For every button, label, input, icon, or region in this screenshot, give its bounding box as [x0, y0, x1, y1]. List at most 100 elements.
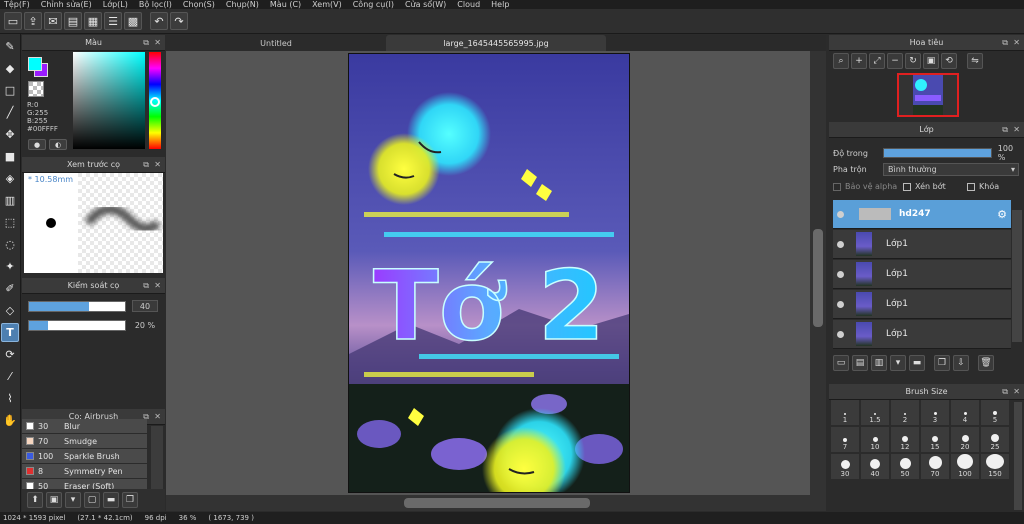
- operation-tool-icon[interactable]: ⟳: [1, 345, 19, 364]
- delete-layer-icon[interactable]: 🗑: [978, 355, 994, 371]
- rotate-icon[interactable]: ↻: [905, 53, 921, 69]
- brush-opacity-slider[interactable]: [28, 320, 126, 331]
- zoom-out-icon[interactable]: −: [887, 53, 903, 69]
- brush-size-slider[interactable]: [28, 301, 126, 312]
- brush-list-item[interactable]: 50 Eraser (Soft): [22, 479, 147, 489]
- brush-size-cell[interactable]: 30: [831, 454, 859, 479]
- lasso-tool-icon[interactable]: ◌: [1, 235, 19, 254]
- eraser-tool-icon[interactable]: ◆: [1, 59, 19, 78]
- new-layer-icon[interactable]: ▭: [833, 355, 849, 371]
- fit-screen-icon[interactable]: ⤢: [869, 53, 885, 69]
- float-icon[interactable]: ⧉: [1002, 38, 1008, 48]
- brush-settings-icon[interactable]: ▾: [65, 492, 81, 508]
- brush-size-cell[interactable]: 150: [981, 454, 1009, 479]
- brush-duplicate-icon[interactable]: ❐: [122, 492, 138, 508]
- brush-folder-icon[interactable]: ▬: [103, 492, 119, 508]
- select-pen-icon[interactable]: ✐: [1, 279, 19, 298]
- brush-list-item[interactable]: 100 Sparkle Brush: [22, 449, 147, 464]
- color-add-button[interactable]: ●: [28, 139, 46, 150]
- visibility-icon[interactable]: [837, 240, 844, 248]
- color-swap-button[interactable]: ◐: [49, 139, 67, 150]
- brush-size-cell[interactable]: 25: [981, 427, 1009, 452]
- actual-size-icon[interactable]: ▣: [923, 53, 939, 69]
- saturation-value-picker[interactable]: [73, 52, 145, 149]
- grid-icon[interactable]: ▩: [124, 12, 142, 30]
- visibility-icon[interactable]: [837, 210, 844, 218]
- close-icon[interactable]: ✕: [154, 281, 161, 290]
- float-icon[interactable]: ⧉: [1002, 125, 1008, 135]
- brush-size-cell[interactable]: 5: [981, 400, 1009, 425]
- brush-list-item[interactable]: 70 Smudge: [22, 434, 147, 449]
- brush-size-cell[interactable]: 1: [831, 400, 859, 425]
- share-icon[interactable]: ⇪: [24, 12, 42, 30]
- brush-size-cell[interactable]: 2: [891, 400, 919, 425]
- brush-size-cell[interactable]: 20: [951, 427, 979, 452]
- clipping-checkbox[interactable]: [903, 182, 911, 191]
- menu-item[interactable]: Help: [487, 0, 516, 9]
- tab-untitled[interactable]: Untitled: [166, 35, 386, 51]
- transparent-color-swatch[interactable]: [28, 81, 44, 97]
- float-icon[interactable]: ⧉: [1002, 387, 1008, 397]
- layer-list-scrollbar[interactable]: [1012, 210, 1022, 342]
- close-icon[interactable]: ✕: [154, 160, 161, 169]
- move-tool-icon[interactable]: ✥: [1, 125, 19, 144]
- canvas-horizontal-scrollbar[interactable]: [166, 495, 826, 511]
- hand-tool-icon[interactable]: ✋: [1, 411, 19, 430]
- zoom-in-icon[interactable]: +: [851, 53, 867, 69]
- document-icon[interactable]: ▦: [84, 12, 102, 30]
- brush-size-cell[interactable]: 40: [861, 454, 889, 479]
- brush-share-icon[interactable]: ⬆: [27, 492, 43, 508]
- layer-row[interactable]: Lớp1: [833, 320, 1011, 349]
- rect-tool-icon[interactable]: □: [1, 81, 19, 100]
- artwork-image[interactable]: Tớ 2: [348, 53, 630, 511]
- brush-size-cell[interactable]: 1.5: [861, 400, 889, 425]
- canvas-area[interactable]: Tớ 2: [166, 51, 826, 511]
- gradient-tool-icon[interactable]: ▥: [1, 191, 19, 210]
- float-icon[interactable]: ⧉: [143, 281, 149, 291]
- gear-icon[interactable]: ⚙: [997, 208, 1007, 221]
- close-icon[interactable]: ✕: [1013, 125, 1020, 134]
- brush-list-scrollbar[interactable]: [151, 426, 163, 492]
- new-layer-1bit-icon[interactable]: ▥: [871, 355, 887, 371]
- tab-image[interactable]: large_1645445565995.jpg: [386, 35, 606, 51]
- magic-wand-icon[interactable]: ✦: [1, 257, 19, 276]
- navigator-thumbnail[interactable]: [897, 73, 959, 117]
- float-icon[interactable]: ⧉: [143, 160, 149, 170]
- redo-icon[interactable]: ↷: [170, 12, 188, 30]
- layer-opacity-slider[interactable]: [882, 148, 992, 158]
- brush-list-item[interactable]: 8 Symmetry Pen: [22, 464, 147, 479]
- float-icon[interactable]: ⧉: [143, 38, 149, 48]
- list-icon[interactable]: ☰: [104, 12, 122, 30]
- select-rect-icon[interactable]: ⬚: [1, 213, 19, 232]
- comment-icon[interactable]: ✉: [44, 12, 62, 30]
- close-icon[interactable]: ✕: [1013, 38, 1020, 47]
- brush-add-icon[interactable]: ▣: [46, 492, 62, 508]
- blend-mode-select[interactable]: Bình thường ▾: [883, 163, 1019, 176]
- layer-icon[interactable]: ▤: [64, 12, 82, 30]
- menu-item[interactable]: Xem(V): [308, 0, 349, 9]
- brush-list-item[interactable]: 30 Blur: [22, 419, 147, 434]
- menu-item[interactable]: Màu (C): [266, 0, 308, 9]
- select-eraser-icon[interactable]: ◇: [1, 301, 19, 320]
- brush-size-cell[interactable]: 12: [891, 427, 919, 452]
- close-icon[interactable]: ✕: [154, 38, 161, 47]
- brush-size-cell[interactable]: 50: [891, 454, 919, 479]
- layer-row[interactable]: hd247 ⚙: [833, 200, 1011, 229]
- duplicate-layer-icon[interactable]: ❐: [934, 355, 950, 371]
- menu-item[interactable]: Cloud: [453, 0, 487, 9]
- menu-item[interactable]: Cửa sổ(W): [401, 0, 453, 9]
- divide-tool-icon[interactable]: ⁄: [1, 367, 19, 386]
- new-layer-menu-icon[interactable]: ▾: [890, 355, 906, 371]
- new-folder-icon[interactable]: ▬: [909, 355, 925, 371]
- brush-size-cell[interactable]: 7: [831, 427, 859, 452]
- menu-item[interactable]: Chỉnh sửa(E): [37, 0, 99, 9]
- brush-size-cell[interactable]: 4: [951, 400, 979, 425]
- eyedropper-tool-icon[interactable]: ⌇: [1, 389, 19, 408]
- brush-size-cell[interactable]: 10: [861, 427, 889, 452]
- visibility-icon[interactable]: [837, 270, 844, 278]
- text-tool-icon[interactable]: T: [1, 323, 19, 342]
- brush-size-scrollbar[interactable]: [1014, 402, 1022, 510]
- hue-knob[interactable]: [150, 97, 160, 107]
- brush-size-cell[interactable]: 3: [921, 400, 949, 425]
- menu-item[interactable]: Lớp(L): [99, 0, 135, 9]
